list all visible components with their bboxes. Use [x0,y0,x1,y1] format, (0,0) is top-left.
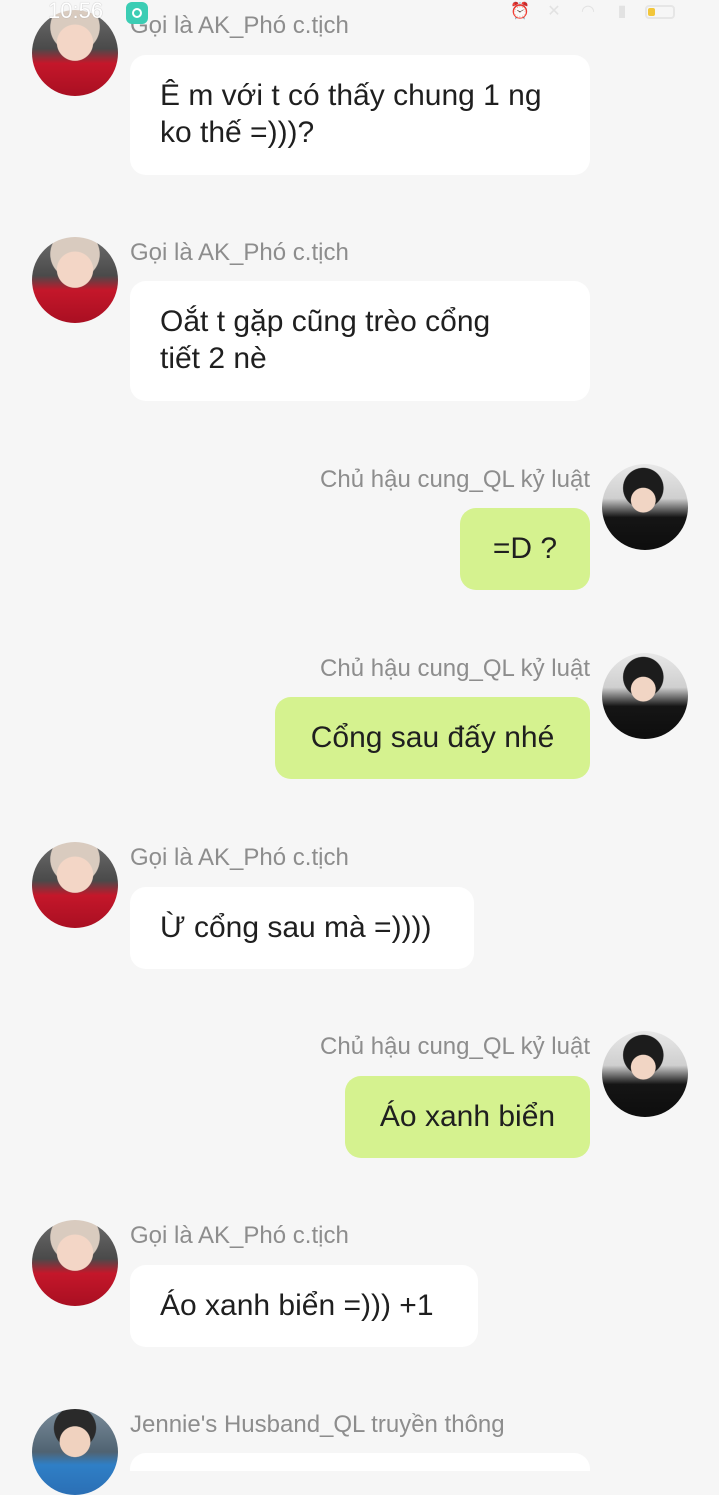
message-bubble[interactable]: Áo xanh biển [345,1076,590,1158]
sender-avatar[interactable] [32,237,118,323]
sender-avatar[interactable] [32,1220,118,1306]
sender-name: Chủ hậu cung_QL kỷ luật [320,1033,590,1060]
status-icons: ⏰ ✕ ◠ ▮ [509,2,675,22]
status-time: 10:56 [48,0,104,23]
sender-name: Chủ hậu cung_QL kỷ luật [320,466,590,493]
sender-avatar[interactable] [32,1409,118,1495]
message-bubble[interactable]: Áo xanh biển =))) +1 [130,1265,478,1347]
message-bubble[interactable] [130,1453,590,1471]
sender-avatar[interactable] [32,842,118,928]
sender-name: Chủ hậu cung_QL kỷ luật [320,655,590,682]
alarm-icon: ⏰ [510,3,530,20]
wifi-icon: ◠ [581,3,595,20]
signal-icon: ▮ [617,3,627,20]
mute-icon: ✕ [547,3,561,20]
app-icon [126,2,148,24]
message-bubble[interactable]: Cổng sau đấy nhé [275,697,590,779]
sender-name: Gọi là AK_Phó c.tịch [130,1222,349,1249]
sender-name: Jennie's Husband_QL truyền thông [130,1411,505,1438]
battery-icon [645,5,675,19]
sender-name: Gọi là AK_Phó c.tịch [130,844,349,871]
own-avatar[interactable] [602,1031,688,1117]
own-avatar[interactable] [602,653,688,739]
status-bar: 10:56 ⏰ ✕ ◠ ▮ [0,0,719,28]
message-bubble[interactable]: Oắt t gặp cũng trèo cổng tiết 2 nè [130,281,590,401]
message-bubble[interactable]: Ê m với t có thấy chung 1 ng ko thế =)))… [130,55,590,175]
sender-name: Gọi là AK_Phó c.tịch [130,239,349,266]
message-bubble[interactable]: Ừ cổng sau mà =)))) [130,887,474,969]
own-avatar[interactable] [602,464,688,550]
message-bubble[interactable]: =D ? [460,508,590,590]
